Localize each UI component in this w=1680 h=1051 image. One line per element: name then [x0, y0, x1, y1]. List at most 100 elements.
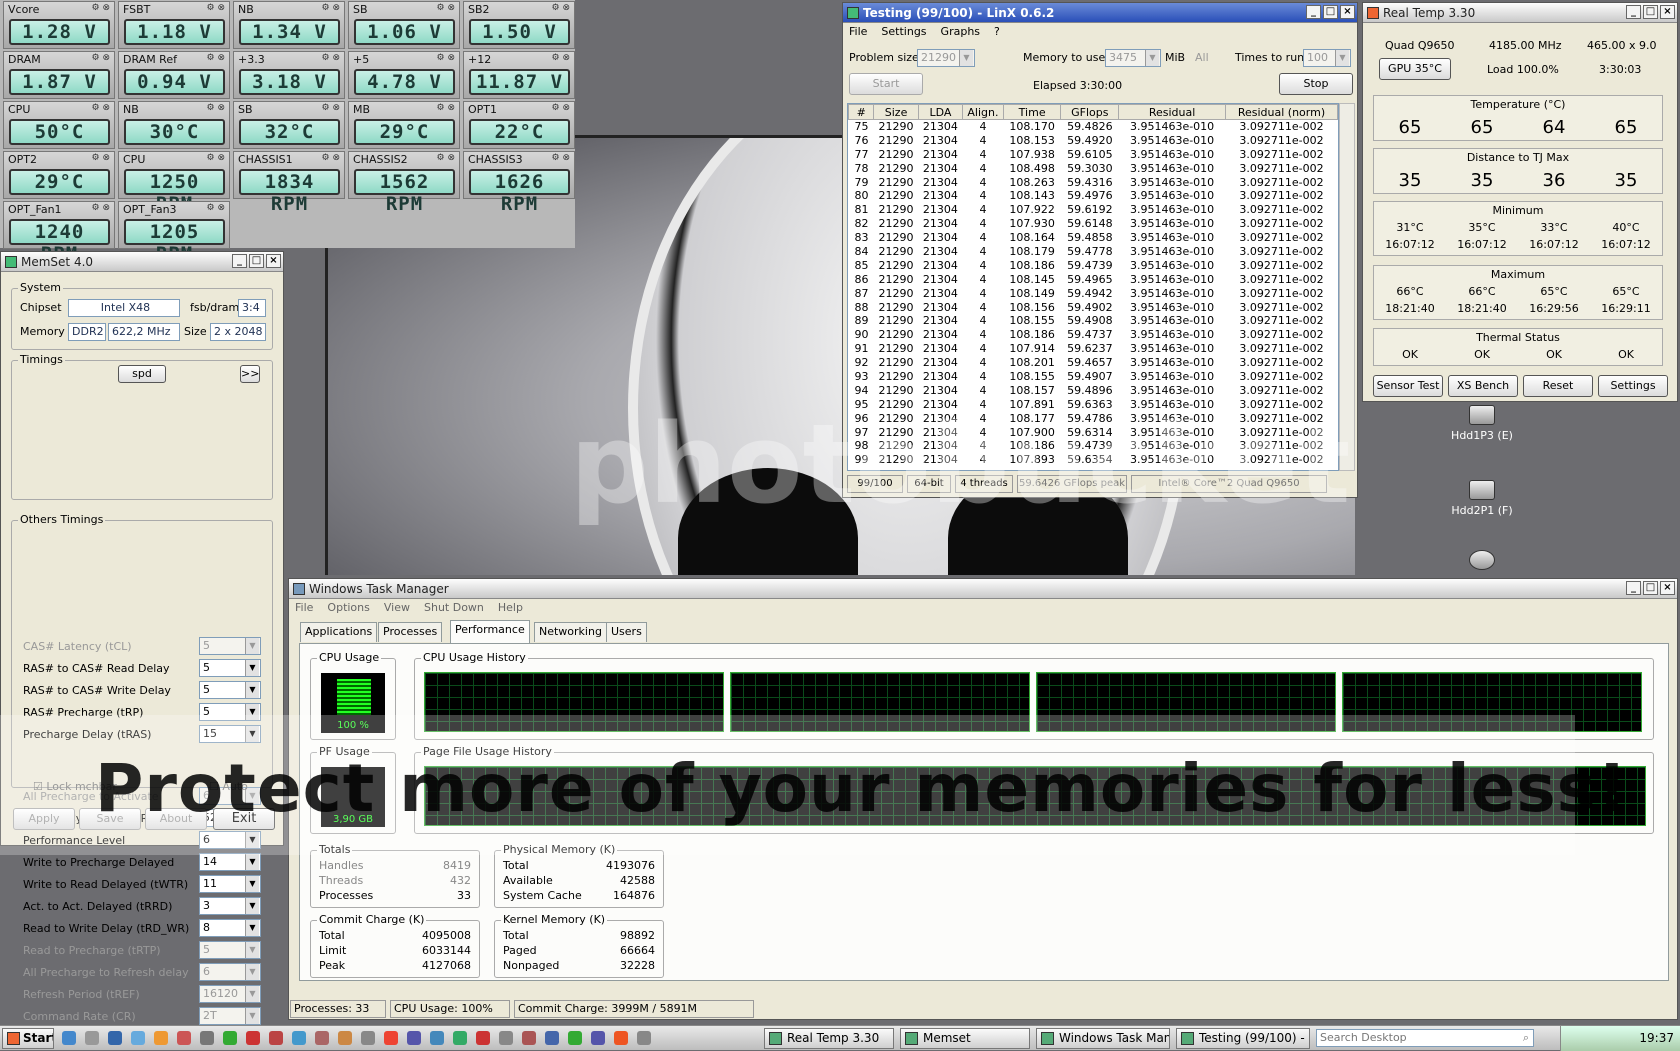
table-row[interactable]: 91 21290 21304 4 107.914 59.6237 3.951463e-010… — [849, 342, 1338, 356]
all-link[interactable]: All — [1195, 51, 1209, 64]
quick-launch-icon[interactable] — [591, 1031, 605, 1045]
quick-launch-icon[interactable] — [568, 1031, 582, 1045]
start-button[interactable]: Start — [849, 73, 923, 95]
search-desktop-input[interactable]: Search Desktop ⌕ — [1316, 1029, 1534, 1047]
desktop-icon-hdd1p3[interactable]: Hdd1P3 (E) — [1437, 405, 1527, 442]
desktop-icon-cd[interactable] — [1437, 550, 1527, 574]
desktop-icon-hdd2p1[interactable]: Hdd2P1 (F) — [1437, 480, 1527, 517]
menu-file[interactable]: File — [295, 599, 313, 617]
quick-launch-icon[interactable] — [154, 1031, 168, 1045]
gadget-close-icon[interactable]: ⚙ ⊗ — [322, 3, 340, 13]
table-row[interactable]: 87 21290 21304 4 108.149 59.4942 3.951463e-010… — [849, 286, 1338, 300]
menu-options[interactable]: Options — [327, 599, 369, 617]
quick-launch-icon[interactable] — [545, 1031, 559, 1045]
gadget-close-icon[interactable]: ⚙ ⊗ — [92, 53, 110, 63]
menu-help[interactable]: ? — [994, 23, 1000, 41]
quick-launch-icon[interactable] — [476, 1031, 490, 1045]
table-row[interactable]: 80 21290 21304 4 108.143 59.4976 3.951463e-010… — [849, 189, 1338, 203]
timing-select[interactable]: 5 ▼ — [199, 941, 261, 959]
minimize-button[interactable]: _ — [232, 254, 247, 268]
quick-launch-icon[interactable] — [315, 1031, 329, 1045]
table-row[interactable]: 82 21290 21304 4 107.930 59.6148 3.951463e-010… — [849, 217, 1338, 231]
menu-file[interactable]: File — [849, 23, 867, 41]
start-button[interactable]: Start — [2, 1028, 54, 1049]
problem-size-select[interactable]: 21290 ▼ — [917, 49, 975, 67]
quick-launch-icon[interactable] — [637, 1031, 651, 1045]
column-header[interactable]: GFlops — [1060, 104, 1120, 120]
close-button[interactable]: × — [266, 254, 281, 268]
timing-select[interactable]: 2T ▼ — [199, 1007, 261, 1025]
minimize-button[interactable]: _ — [1306, 5, 1321, 19]
maximize-button[interactable]: □ — [1643, 581, 1658, 595]
timing-select[interactable]: 14 ▼ — [199, 853, 261, 871]
gadget-close-icon[interactable]: ⚙ ⊗ — [437, 3, 455, 13]
tab-users[interactable]: Users — [606, 622, 647, 642]
maximize-button[interactable]: □ — [1323, 5, 1338, 19]
table-row[interactable]: 85 21290 21304 4 108.186 59.4739 3.951463e-010… — [849, 258, 1338, 272]
column-header[interactable]: LDA — [917, 104, 964, 120]
column-header[interactable]: Time — [1002, 104, 1062, 120]
tab-performance[interactable]: Performance — [450, 620, 530, 643]
times-to-run-select[interactable]: 100 ▼ — [1303, 49, 1351, 67]
taskbar-item[interactable]: Memset — [900, 1028, 1030, 1049]
quick-launch-icon[interactable] — [177, 1031, 191, 1045]
minimize-button[interactable]: _ — [1626, 5, 1641, 19]
tab-applications[interactable]: Applications — [300, 622, 378, 642]
taskbar-item[interactable]: Testing (99/100) - L... — [1176, 1028, 1310, 1049]
gadget-close-icon[interactable]: ⚙ ⊗ — [322, 103, 340, 113]
column-header[interactable]: Align. — [962, 104, 1004, 120]
timing-select[interactable]: 3 ▼ — [199, 897, 261, 915]
gadget-close-icon[interactable]: ⚙ ⊗ — [207, 3, 225, 13]
realtemp-reset-button[interactable]: Reset — [1523, 375, 1593, 397]
timing-select[interactable]: 16120 ▼ — [199, 985, 261, 1003]
quick-launch-icon[interactable] — [384, 1031, 398, 1045]
minimize-button[interactable]: _ — [1626, 581, 1641, 595]
taskmgr-titlebar[interactable]: Windows Task Manager _ □ × — [289, 579, 1677, 599]
tab-processes[interactable]: Processes — [378, 622, 443, 642]
gadget-close-icon[interactable]: ⚙ ⊗ — [92, 153, 110, 163]
realtemp-settings-button[interactable]: Settings — [1598, 375, 1668, 397]
table-row[interactable]: 86 21290 21304 4 108.145 59.4965 3.951463e-010… — [849, 272, 1338, 286]
gadget-close-icon[interactable]: ⚙ ⊗ — [552, 153, 570, 163]
column-header[interactable]: Residual — [1118, 104, 1226, 120]
close-button[interactable]: × — [1660, 5, 1675, 19]
column-header[interactable]: Residual (norm) — [1224, 104, 1338, 120]
quick-launch-icon[interactable] — [85, 1031, 99, 1045]
quick-launch-icon[interactable] — [453, 1031, 467, 1045]
table-row[interactable]: 83 21290 21304 4 108.164 59.4858 3.951463e-010… — [849, 231, 1338, 245]
column-header[interactable]: # — [848, 104, 875, 120]
table-row[interactable]: 78 21290 21304 4 108.498 59.3030 3.951463e-010… — [849, 161, 1338, 175]
gadget-close-icon[interactable]: ⚙ ⊗ — [207, 103, 225, 113]
gadget-close-icon[interactable]: ⚙ ⊗ — [92, 3, 110, 13]
gadget-close-icon[interactable]: ⚙ ⊗ — [437, 153, 455, 163]
timing-select[interactable]: 6 ▼ — [199, 963, 261, 981]
close-button[interactable]: × — [1660, 581, 1675, 595]
timing-select[interactable]: 8 ▼ — [199, 919, 261, 937]
table-row[interactable]: 92 21290 21304 4 108.201 59.4657 3.951463e-010… — [849, 356, 1338, 370]
quick-launch-icon[interactable] — [131, 1031, 145, 1045]
gadget-close-icon[interactable]: ⚙ ⊗ — [437, 103, 455, 113]
table-row[interactable]: 76 21290 21304 4 108.153 59.4920 3.951463e-010… — [849, 133, 1338, 147]
stop-button[interactable]: Stop — [1279, 73, 1353, 95]
quick-launch-icon[interactable] — [292, 1031, 306, 1045]
maximize-button[interactable]: □ — [1643, 5, 1658, 19]
quick-launch-icon[interactable] — [269, 1031, 283, 1045]
menu-help[interactable]: Help — [498, 599, 523, 617]
more-button[interactable]: >> — [240, 365, 260, 383]
realtemp-titlebar[interactable]: Real Temp 3.30 _ □ × — [1363, 3, 1677, 23]
gadget-close-icon[interactable]: ⚙ ⊗ — [207, 203, 225, 213]
menu-graphs[interactable]: Graphs — [941, 23, 980, 41]
gadget-close-icon[interactable]: ⚙ ⊗ — [552, 53, 570, 63]
gpu-temp-button[interactable]: GPU 35°C — [1379, 58, 1451, 80]
quick-launch-icon[interactable] — [361, 1031, 375, 1045]
table-row[interactable]: 79 21290 21304 4 108.263 59.4316 3.951463e-010… — [849, 175, 1338, 189]
table-row[interactable]: 84 21290 21304 4 108.179 59.4778 3.951463e-010… — [849, 245, 1338, 259]
spd-button[interactable]: spd — [118, 365, 166, 383]
maximize-button[interactable]: □ — [249, 254, 264, 268]
quick-launch-icon[interactable] — [614, 1031, 628, 1045]
gadget-close-icon[interactable]: ⚙ ⊗ — [552, 103, 570, 113]
table-row[interactable]: 75 21290 21304 4 108.170 59.4826 3.951463e-010… — [849, 120, 1338, 134]
quick-launch-icon[interactable] — [246, 1031, 260, 1045]
table-row[interactable]: 81 21290 21304 4 107.922 59.6192 3.951463e-010… — [849, 203, 1338, 217]
search-icon[interactable]: ⌕ — [1523, 1030, 1529, 1046]
